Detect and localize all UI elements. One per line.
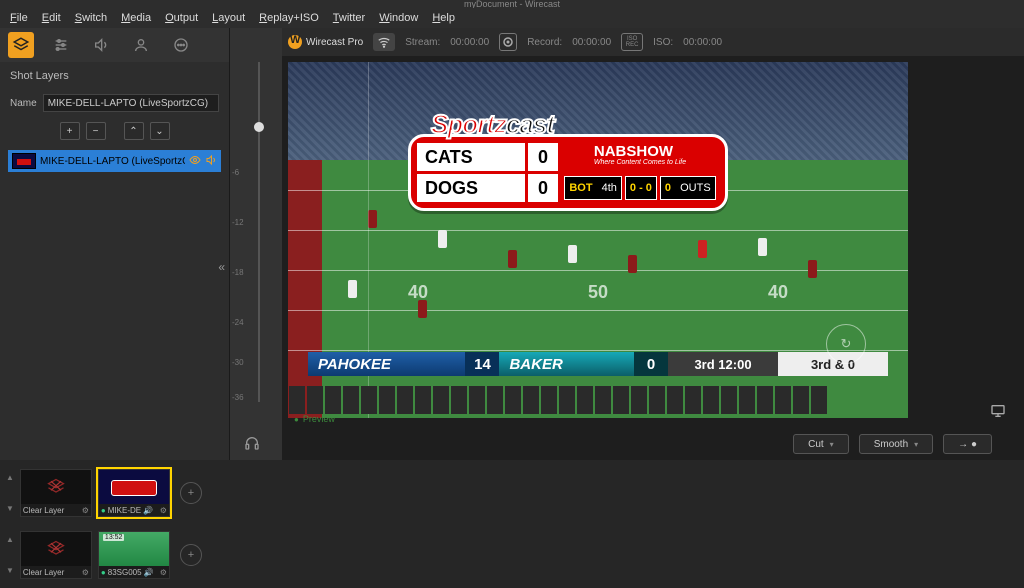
gear-icon[interactable]: ⚙ [160,506,167,515]
loop-play-icon[interactable]: ↻ [826,324,866,364]
sb-row2-name: DOGS [417,174,525,202]
wifi-icon[interactable] [373,33,395,51]
lt-team2-score: 0 [634,352,668,376]
record-button[interactable] [499,33,517,51]
smooth-button[interactable]: Smooth▾ [859,434,933,454]
stream-label: Stream: [405,37,440,48]
audio-slider-thumb[interactable] [254,122,264,132]
audio-mini-icon: 🔊 [143,506,153,515]
window-titlebar: myDocument - Wirecast [0,0,1024,8]
iso-label: ISO: [653,37,673,48]
menu-edit[interactable]: Edit [36,10,67,26]
remove-layer-button[interactable]: − [86,122,106,140]
shot-layers-header: Shot Layers [0,62,229,88]
menu-replay[interactable]: Replay+ISO [253,10,325,26]
shot-mike-dell[interactable]: ●MIKE-DE🔊⚙ [98,469,170,517]
adjust-tab-icon[interactable] [48,32,74,58]
sb-count: 0 - 0 [625,176,657,200]
lt-quarter-clock: 3rd 12:00 [668,352,778,376]
menu-help[interactable]: Help [426,10,461,26]
nabshow-logo: NABSHOW Where Content Comes to Life [594,146,686,168]
layer-up-button[interactable]: ⌃ [124,122,144,140]
add-shot-button[interactable]: + [180,482,202,504]
gear-icon[interactable]: ⚙ [160,568,167,577]
layers-tab-icon[interactable] [8,32,34,58]
menu-media[interactable]: Media [115,10,157,26]
visibility-icon[interactable] [189,154,201,169]
wirecast-logo-icon [288,35,302,49]
add-shot-button[interactable]: + [180,544,202,566]
shot-camera[interactable]: ●83SG005🔊⚙ [98,531,170,579]
lt-team2-name: BAKER [499,352,634,376]
menu-window[interactable]: Window [373,10,424,26]
audio-meter: -6 -12 -18 -24 -30 -36 [230,28,282,460]
sb-inning: BOT 4th [564,176,622,200]
transition-controls: Cut▾ Smooth▾ → ● [282,428,1024,460]
row-up-icon[interactable]: ▲ [6,473,14,482]
add-layer-button[interactable]: + [60,122,80,140]
go-button[interactable]: → ● [943,434,992,454]
name-label: Name [10,98,37,109]
shots-strip: ▲▼ Clear Layer⚙ ●MIKE-DE🔊⚙ + ▲▼ Clear La… [0,460,1024,588]
audio-tab-icon[interactable] [88,32,114,58]
gear-icon[interactable]: ⚙ [82,568,89,577]
person-tab-icon[interactable] [128,32,154,58]
sb-outs: 0 OUTS [660,176,716,200]
sb-row1-name: CATS [417,143,525,171]
collapse-left-icon[interactable]: « [218,260,225,274]
sb-row2-score: 0 [528,174,558,202]
sb-row1-score: 0 [528,143,558,171]
record-label: Record: [527,37,562,48]
bottom-people-row [288,386,908,414]
cut-button[interactable]: Cut▾ [793,434,849,454]
record-time: 00:00:00 [572,37,611,48]
menubar: File Edit Switch Media Output Layout Rep… [0,8,1024,28]
more-tab-icon[interactable] [168,32,194,58]
wirecast-brand: Wirecast Pro [288,35,363,49]
preview-canvas[interactable]: 40 50 40 [288,62,908,418]
iso-time: 00:00:00 [683,37,722,48]
layer-down-button[interactable]: ⌄ [150,122,170,140]
row-down-icon[interactable]: ▼ [6,566,14,575]
lt-team1-name: PAHOKEE [308,352,465,376]
iso-rec-button[interactable]: ISOREC [621,33,643,51]
headphones-icon[interactable] [244,435,260,454]
layer-item[interactable]: MIKE-DELL-LAPTO (LiveSportzCG) [8,150,221,172]
menu-layout[interactable]: Layout [206,10,251,26]
clear-layer-shot[interactable]: Clear Layer⚙ [20,531,92,579]
monitor-icon[interactable] [990,403,1006,422]
layer-item-label: MIKE-DELL-LAPTO (LiveSportzCG) [40,156,185,167]
lower-third-scorebug: PAHOKEE 14 BAKER 0 3rd 12:00 3rd & 0 [308,352,888,376]
clear-layer-shot[interactable]: Clear Layer⚙ [20,469,92,517]
row-up-icon[interactable]: ▲ [6,535,14,544]
menu-switch[interactable]: Switch [69,10,113,26]
audio-mini-icon: 🔊 [144,568,154,577]
layer-name-input[interactable] [43,94,219,112]
preview-label: Preview [294,414,335,424]
status-bar: Wirecast Pro Stream: 00:00:00 Record: 00… [282,28,1024,56]
lt-team1-score: 14 [465,352,499,376]
gear-icon[interactable]: ⚙ [82,506,89,515]
stream-time: 00:00:00 [450,37,489,48]
menu-twitter[interactable]: Twitter [327,10,371,26]
row-down-icon[interactable]: ▼ [6,504,14,513]
sportzcast-scoreboard: Sportzcast CATS 0 NABSHOW Where Content … [408,134,728,211]
shot-layers-panel: Shot Layers Name + − ⌃ ⌄ MIKE-DELL-LAPTO… [0,28,230,460]
audio-icon[interactable] [205,154,217,169]
menu-file[interactable]: File [4,10,34,26]
menu-output[interactable]: Output [159,10,204,26]
layer-thumb [12,153,36,169]
